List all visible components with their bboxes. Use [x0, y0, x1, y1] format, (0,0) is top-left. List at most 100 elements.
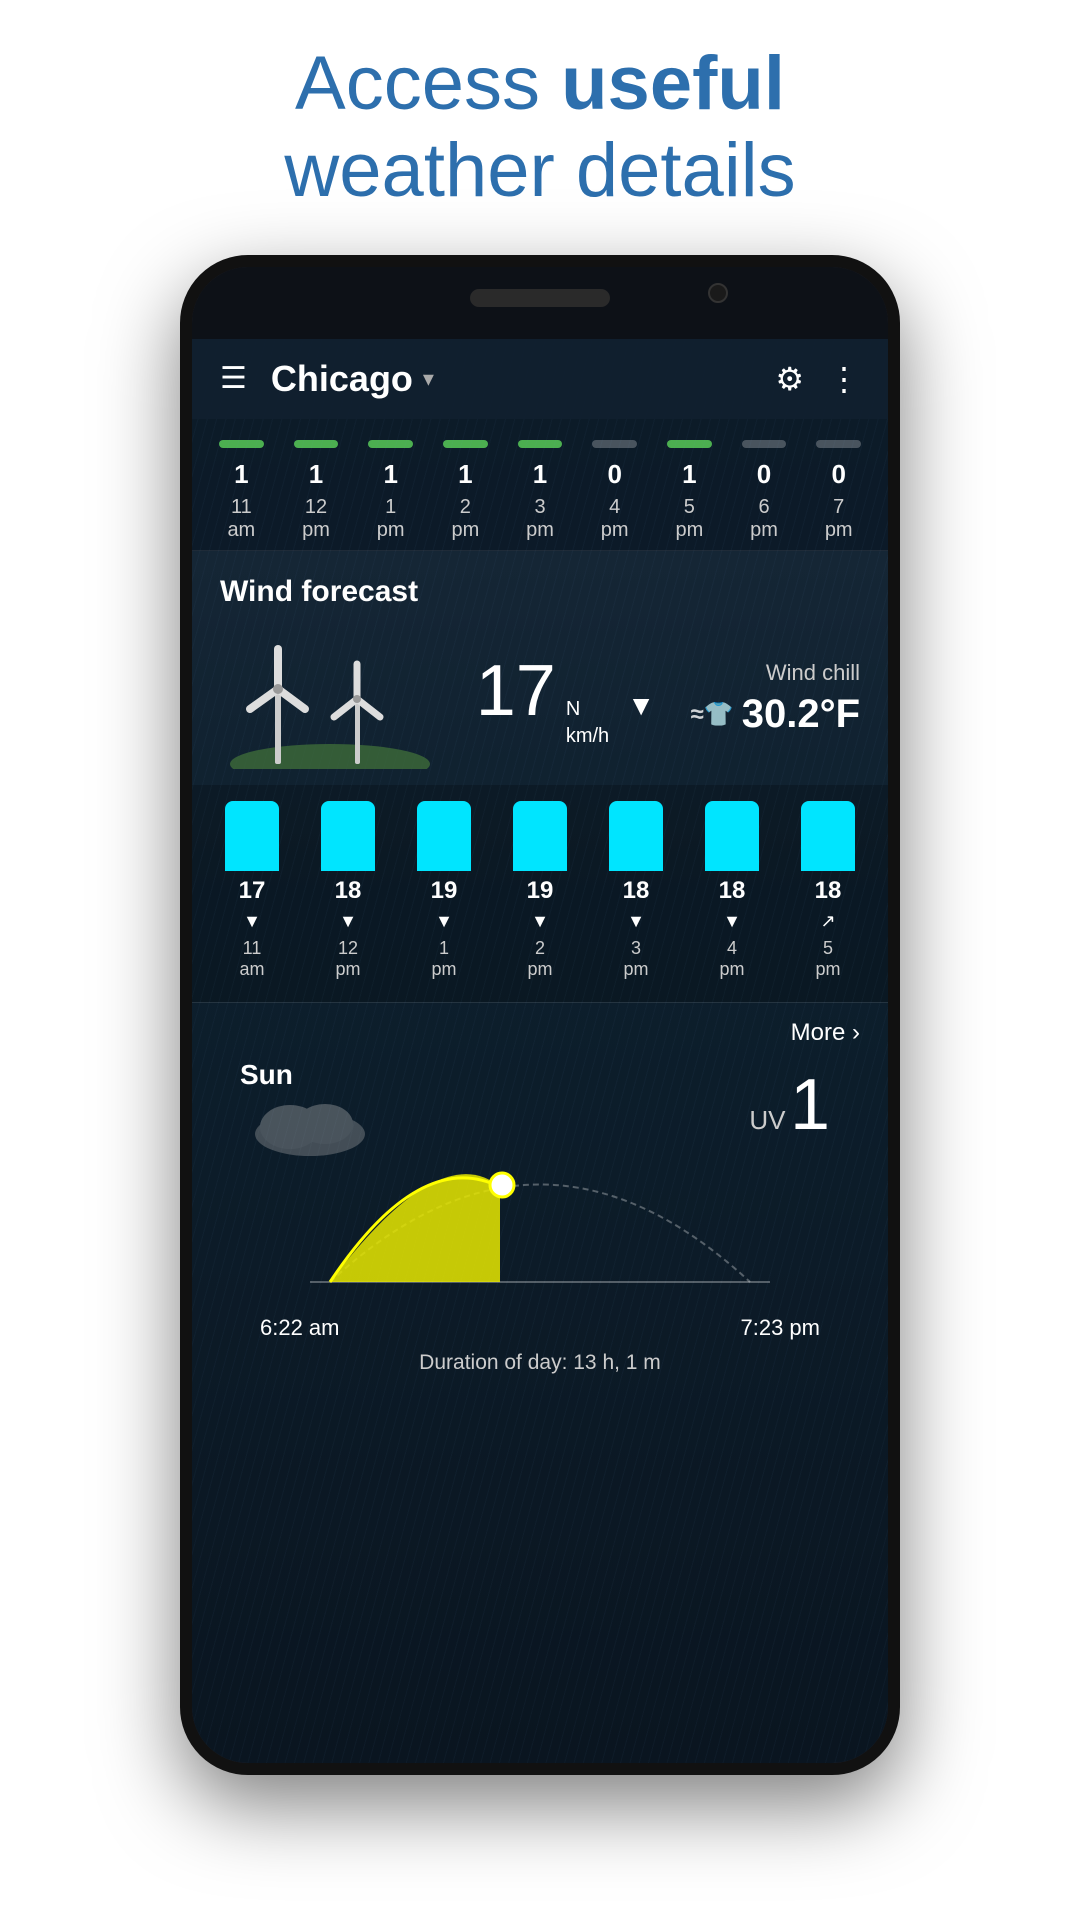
city-selector[interactable]: Chicago ▾	[271, 358, 434, 400]
speaker-grille	[470, 289, 610, 307]
wind-speed-display: 17 N km/h ▼	[476, 650, 655, 748]
precip-time-6: 4pm	[601, 496, 629, 542]
wind-unit-label: km/h	[566, 725, 609, 748]
precip-bar-container-5	[503, 435, 578, 453]
precip-value-1: 1	[234, 459, 248, 490]
wind-chill-box: Wind chill ≈👕 30.2°F	[691, 660, 860, 737]
precip-col-2: 1 12pm	[279, 435, 354, 542]
precip-bar-4	[443, 440, 488, 448]
volume-right-button	[888, 647, 900, 767]
wind-bar-rect-7	[801, 801, 855, 871]
wind-bar-time-3: 1pm	[431, 938, 456, 980]
cloud-decoration	[250, 1089, 370, 1164]
wind-bar-time-5: 3pm	[623, 938, 648, 980]
precip-bar-container-7	[652, 435, 727, 453]
precip-bar-3	[368, 440, 413, 448]
precip-row: 1 11am 1 12pm	[192, 435, 888, 542]
precip-value-4: 1	[458, 459, 472, 490]
precip-col-6: 0 4pm	[577, 435, 652, 542]
precip-bar-container-8	[727, 435, 802, 453]
precip-bar-container-2	[279, 435, 354, 453]
wind-chill-value: ≈👕 30.2°F	[691, 692, 860, 737]
wind-chill-icon: ≈👕	[691, 700, 734, 729]
precipitation-section: 1 11am 1 12pm	[192, 419, 888, 551]
front-camera	[708, 283, 728, 303]
phone-frame: ☰ Chicago ▾ ⚙ ⋮ 1 1	[180, 255, 900, 1775]
precip-bar-container-6	[577, 435, 652, 453]
wind-bar-arrow-7: ↗	[820, 911, 835, 932]
precip-value-5: 1	[533, 459, 547, 490]
wind-bar-speed-1: 17	[239, 877, 266, 905]
wind-direction-arrow-icon: ▼	[627, 690, 655, 722]
menu-icon[interactable]: ☰	[220, 361, 247, 396]
wind-turbines-svg	[220, 629, 440, 769]
wind-bar-col-6: 18 ▼ 4pm	[684, 801, 780, 980]
settings-icon[interactable]: ⚙	[775, 360, 804, 398]
more-link[interactable]: More ›	[220, 1019, 860, 1047]
cloud-svg	[250, 1089, 370, 1159]
wind-bar-speed-6: 18	[719, 877, 746, 905]
wind-bar-speed-5: 18	[623, 877, 650, 905]
city-name: Chicago	[271, 358, 413, 400]
wind-bar-col-4: 19 ▼ 2pm	[492, 801, 588, 980]
wind-bar-arrow-6: ▼	[723, 911, 741, 932]
page-wrapper: Access useful weather details ☰ Chicago …	[0, 0, 1080, 1920]
precip-time-3: 1pm	[377, 496, 405, 542]
wind-bar-col-5: 18 ▼ 3pm	[588, 801, 684, 980]
wind-bar-speed-4: 19	[527, 877, 554, 905]
wind-bar-rect-2	[321, 801, 375, 871]
dropdown-arrow-icon: ▾	[423, 366, 434, 392]
wind-bar-arrow-1: ▼	[243, 911, 261, 932]
wind-bars-section: 17 ▼ 11am 18 ▼ 12pm 19 ▼ 1pm	[192, 785, 888, 1002]
phone-notch	[192, 267, 888, 339]
wind-speed-number: 17	[476, 650, 556, 732]
precip-col-3: 1 1pm	[353, 435, 428, 542]
precip-bar-container-3	[353, 435, 428, 453]
sun-times-row: 6:22 am 7:23 pm	[240, 1315, 840, 1341]
more-options-icon[interactable]: ⋮	[828, 360, 860, 398]
wind-turbines-illustration	[220, 629, 440, 769]
precip-time-9: 7pm	[825, 496, 853, 542]
wind-bar-col-2: 18 ▼ 12pm	[300, 801, 396, 980]
headline-line1: Access useful	[295, 41, 785, 126]
more-text: More	[791, 1019, 846, 1046]
wind-bars-row: 17 ▼ 11am 18 ▼ 12pm 19 ▼ 1pm	[204, 801, 876, 980]
headline-text: Access useful weather details	[284, 40, 795, 215]
precip-value-2: 1	[309, 459, 323, 490]
precip-col-1: 1 11am	[204, 435, 279, 542]
wind-bar-col-1: 17 ▼ 11am	[204, 801, 300, 980]
precip-time-2: 12pm	[302, 496, 330, 542]
uv-badge: UV 1	[749, 1069, 830, 1141]
precip-bar-container-1	[204, 435, 279, 453]
sun-duration: Duration of day: 13 h, 1 m	[240, 1341, 840, 1385]
wind-bar-time-2: 12pm	[335, 938, 360, 980]
more-chevron-icon: ›	[852, 1019, 860, 1046]
precip-bar-container-9	[801, 435, 876, 453]
wind-chill-label: Wind chill	[691, 660, 860, 686]
wind-bar-arrow-3: ▼	[435, 911, 453, 932]
nav-bar: ☰ Chicago ▾ ⚙ ⋮	[192, 339, 888, 419]
power-button	[888, 547, 900, 607]
precip-time-5: 3pm	[526, 496, 554, 542]
sun-section: Sun UV 1	[220, 1059, 860, 1395]
sunset-time: 7:23 pm	[741, 1315, 821, 1341]
wind-bar-arrow-5: ▼	[627, 911, 645, 932]
precip-value-9: 0	[831, 459, 845, 490]
wind-bar-rect-5	[609, 801, 663, 871]
precip-value-8: 0	[757, 459, 771, 490]
wind-bar-col-7: 18 ↗ 5pm	[780, 801, 876, 980]
precip-bar-8	[742, 440, 787, 448]
precip-col-8: 0 6pm	[727, 435, 802, 542]
precip-time-8: 6pm	[750, 496, 778, 542]
precip-value-7: 1	[682, 459, 696, 490]
wind-chill-temp: 30.2°F	[742, 692, 860, 737]
wind-bar-time-6: 4pm	[719, 938, 744, 980]
precip-bar-2	[294, 440, 339, 448]
wind-content: 17 N km/h ▼ Wind chill ≈👕 30.2°F	[220, 629, 860, 769]
precip-bar-container-4	[428, 435, 503, 453]
precip-time-7: 5pm	[675, 496, 703, 542]
precip-col-9: 0 7pm	[801, 435, 876, 542]
precip-bar-6	[592, 440, 637, 448]
wind-bar-speed-3: 19	[431, 877, 458, 905]
wind-bar-arrow-2: ▼	[339, 911, 357, 932]
